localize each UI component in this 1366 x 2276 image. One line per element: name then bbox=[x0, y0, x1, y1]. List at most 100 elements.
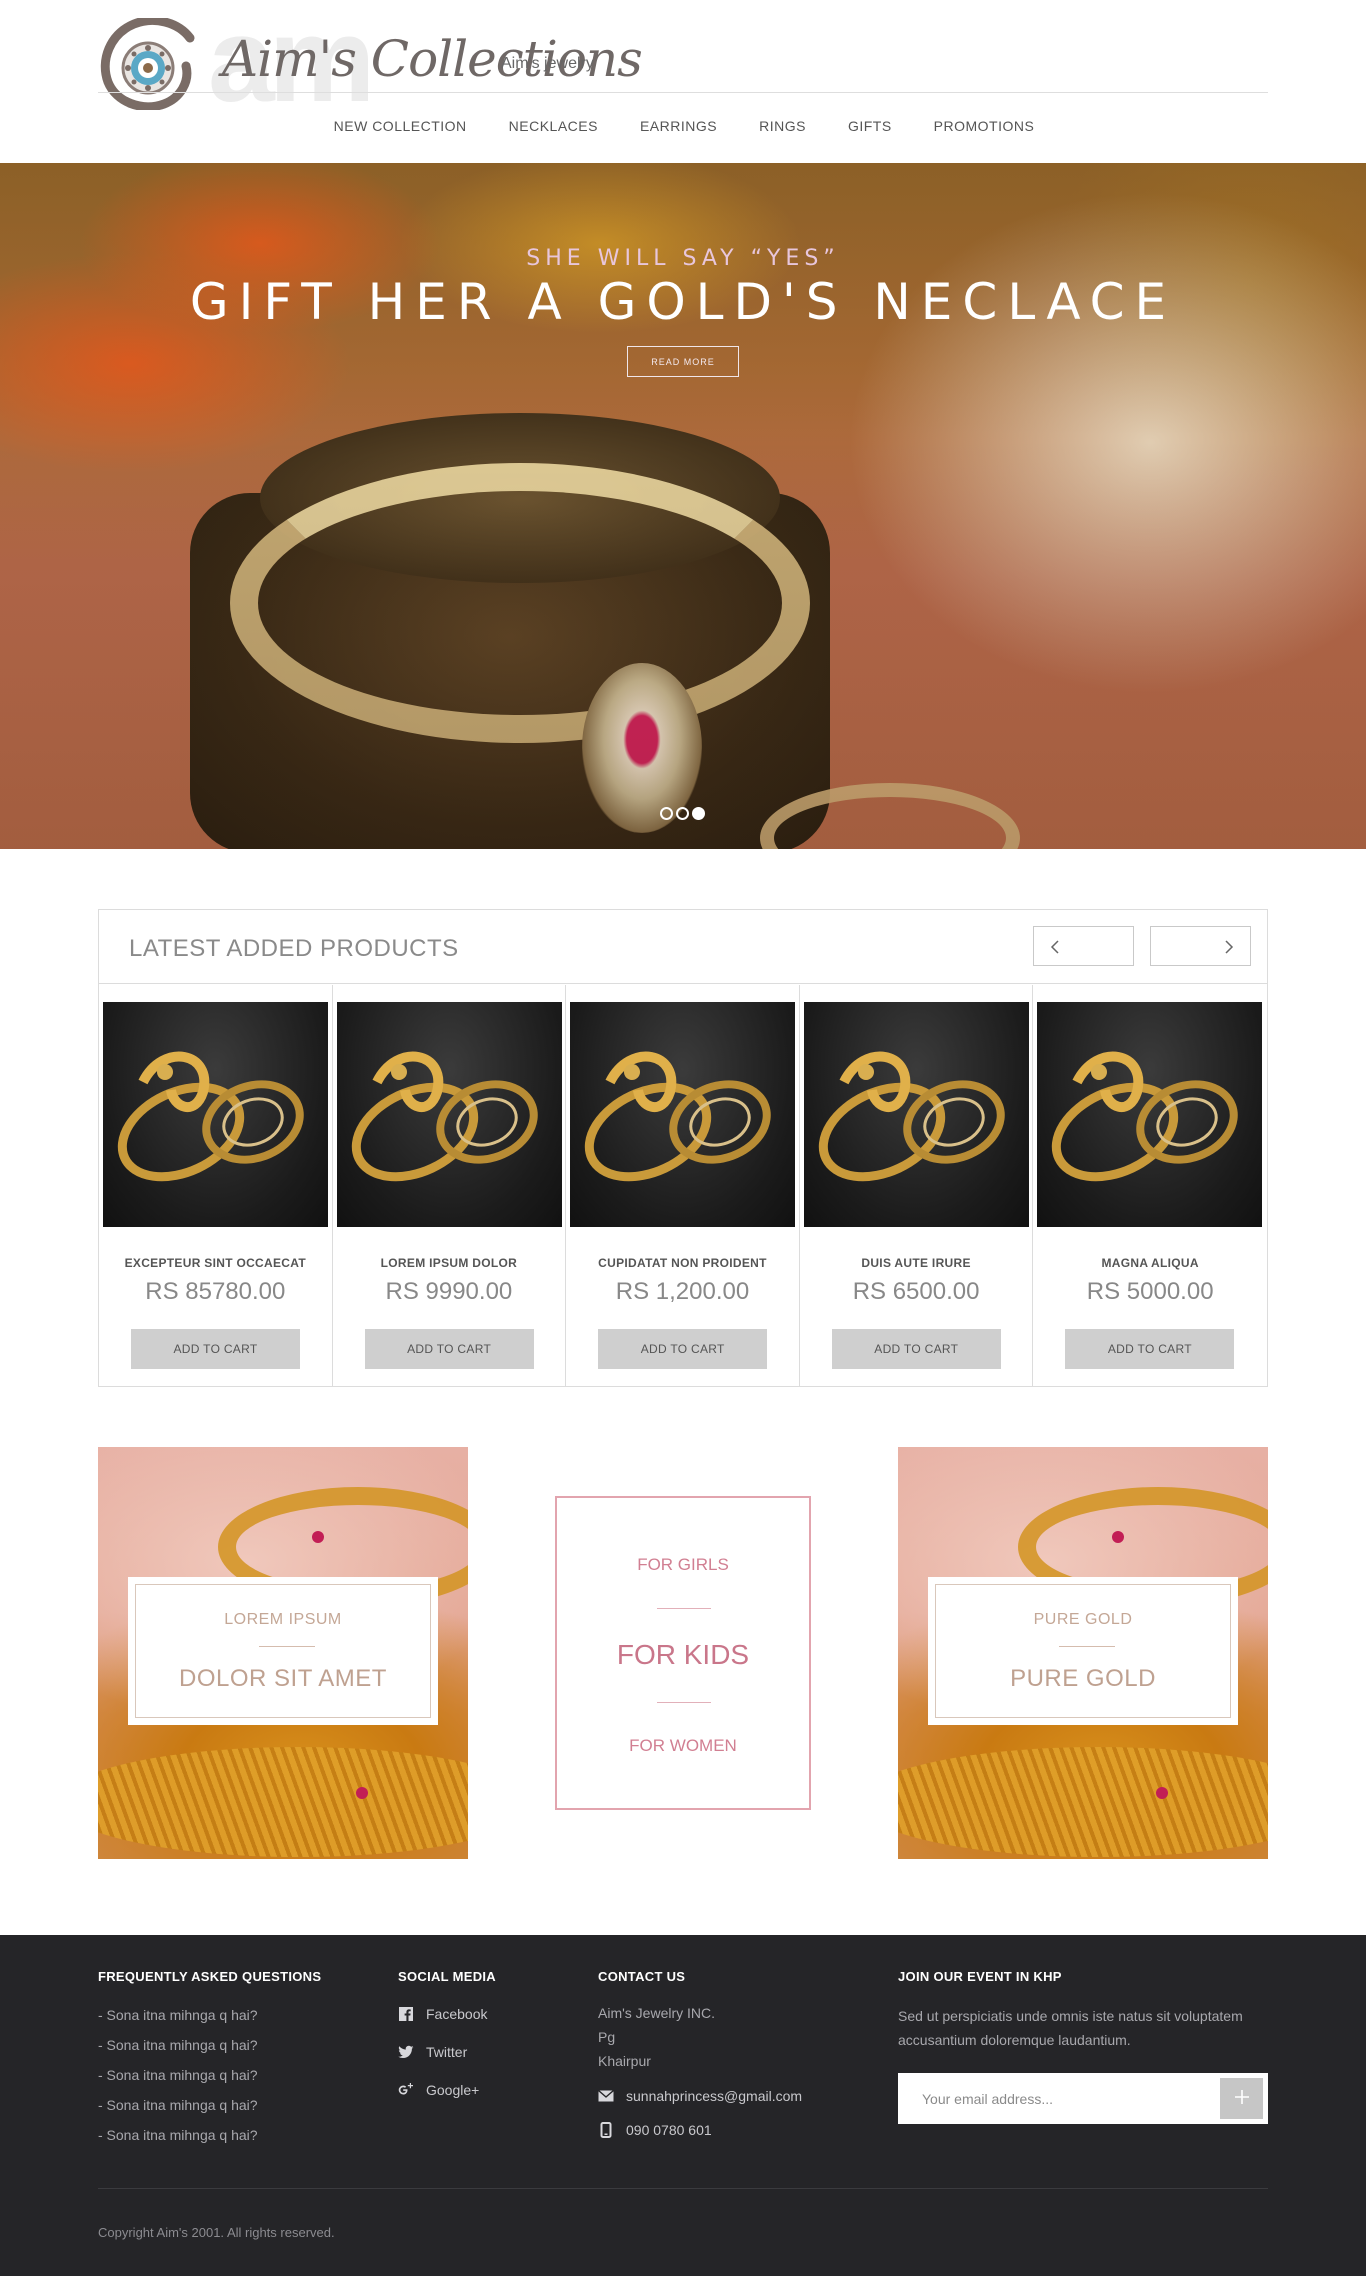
nav-item-necklaces[interactable]: NECKLACES bbox=[509, 118, 598, 138]
chevron-right-icon bbox=[1225, 940, 1234, 954]
faq-link[interactable]: - Sona itna mihnga q hai? bbox=[98, 2007, 258, 2023]
bangle-ring-image bbox=[1052, 1051, 1239, 1182]
product-name[interactable]: DUIS AUTE IRURE bbox=[800, 1256, 1033, 1270]
bangle-ring-image bbox=[117, 1051, 304, 1182]
product-card: CUPIDATAT NON PROIDENT RS 1,200.00 ADD T… bbox=[566, 985, 800, 1387]
nav-item-new-collection[interactable]: NEW COLLECTION bbox=[334, 118, 467, 138]
promo-card: LOREM IPSUM DOLOR SIT AMET bbox=[128, 1577, 438, 1725]
product-image[interactable] bbox=[1037, 1002, 1263, 1227]
contact-address-line: Khairpur bbox=[598, 2053, 651, 2069]
add-to-cart-button[interactable]: ADD TO CART bbox=[364, 1329, 534, 1369]
product-card: DUIS AUTE IRURE RS 6500.00 ADD TO CART bbox=[800, 985, 1034, 1387]
product-name[interactable]: EXCEPTEUR SINT OCCAECAT bbox=[99, 1256, 332, 1270]
read-more-button[interactable]: READ MORE bbox=[627, 346, 739, 377]
add-to-cart-button[interactable]: ADD TO CART bbox=[598, 1329, 768, 1369]
product-grid: EXCEPTEUR SINT OCCAECAT RS 85780.00 ADD … bbox=[99, 985, 1267, 1387]
social-label: Twitter bbox=[426, 2044, 468, 2060]
product-image[interactable] bbox=[103, 1002, 328, 1227]
social-label: Facebook bbox=[426, 2006, 488, 2022]
social-label: Google+ bbox=[426, 2082, 480, 2098]
add-to-cart-button[interactable]: ADD TO CART bbox=[131, 1329, 300, 1369]
product-card: EXCEPTEUR SINT OCCAECAT RS 85780.00 ADD … bbox=[99, 985, 333, 1387]
event-title: JOIN OUR EVENT IN KHP bbox=[898, 1969, 1062, 1984]
bangle-image bbox=[98, 1747, 468, 1857]
product-name[interactable]: CUPIDATAT NON PROIDENT bbox=[566, 1256, 799, 1270]
hero-slider: SHE WILL SAY “YES” GIFT HER A GOLD'S NEC… bbox=[0, 163, 1366, 849]
contact-phone[interactable]: 090 0780 601 bbox=[598, 2122, 712, 2138]
nav-item-gifts[interactable]: GIFTS bbox=[848, 118, 892, 138]
google-plus-icon bbox=[398, 2083, 413, 2095]
gem-image bbox=[356, 1787, 368, 1799]
slider-dot-2[interactable] bbox=[676, 807, 689, 820]
nav-item-earrings[interactable]: EARRINGS bbox=[640, 118, 717, 138]
envelope-icon bbox=[598, 2090, 614, 2102]
faq-link[interactable]: - Sona itna mihnga q hai? bbox=[98, 2097, 258, 2113]
promo-card: PURE GOLD PURE GOLD bbox=[928, 1577, 1238, 1725]
gem-image bbox=[312, 1531, 324, 1543]
chevron-left-icon bbox=[1050, 940, 1059, 954]
contact-title: CONTACT US bbox=[598, 1969, 686, 1984]
promo-banner-right[interactable]: PURE GOLD PURE GOLD bbox=[898, 1447, 1268, 1859]
promo-card-divider bbox=[1059, 1646, 1115, 1647]
footer-divider bbox=[98, 2188, 1268, 2189]
newsletter-email-input[interactable] bbox=[900, 2075, 1216, 2122]
bangle-ring-image bbox=[818, 1051, 1005, 1182]
slider-dots bbox=[660, 807, 705, 820]
product-price: RS 85780.00 bbox=[145, 1278, 286, 1305]
social-link-facebook[interactable]: Facebook bbox=[398, 2006, 487, 2022]
add-to-cart-button[interactable]: ADD TO CART bbox=[1065, 1329, 1235, 1369]
main-nav: NEW COLLECTION NECKLACES EARRINGS RINGS … bbox=[0, 118, 1366, 138]
social-link-google-plus[interactable]: Google+ bbox=[398, 2082, 479, 2098]
faq-link[interactable]: - Sona itna mihnga q hai? bbox=[98, 2127, 258, 2143]
nav-item-rings[interactable]: RINGS bbox=[759, 118, 806, 138]
category-divider bbox=[657, 1608, 711, 1609]
promo-card-label: LOREM IPSUM bbox=[224, 1611, 342, 1628]
link-for-women[interactable]: FOR WOMEN bbox=[557, 1736, 809, 1756]
link-for-girls[interactable]: FOR GIRLS bbox=[557, 1555, 809, 1575]
site-header: am Aim's Collections Aim's jewelry NEW C… bbox=[0, 0, 1366, 162]
faq-link[interactable]: - Sona itna mihnga q hai? bbox=[98, 2067, 258, 2083]
product-price: RS 9990.00 bbox=[385, 1278, 513, 1305]
site-footer: FREQUENTLY ASKED QUESTIONS - Sona itna m… bbox=[0, 1935, 1366, 2276]
carousel-next-button[interactable] bbox=[1150, 926, 1251, 966]
gem-image bbox=[1112, 1531, 1124, 1543]
bangle-image bbox=[898, 1747, 1268, 1857]
event-description: Sed ut perspiciatis unde omnis iste natu… bbox=[898, 2008, 1243, 2048]
product-image[interactable] bbox=[803, 1002, 1029, 1227]
facebook-icon bbox=[399, 2007, 413, 2021]
latest-products-title: LATEST ADDED PRODUCTS bbox=[129, 935, 459, 962]
mobile-phone-icon bbox=[600, 2122, 612, 2138]
latest-products: LATEST ADDED PRODUCTS EXCEPTEUR SINT OCC… bbox=[98, 909, 1268, 1387]
product-image[interactable] bbox=[570, 1002, 796, 1227]
social-title: SOCIAL MEDIA bbox=[398, 1969, 496, 1984]
product-price: RS 6500.00 bbox=[852, 1278, 980, 1305]
latest-products-header: LATEST ADDED PRODUCTS bbox=[99, 910, 1267, 984]
promo-banner-left[interactable]: LOREM IPSUM DOLOR SIT AMET bbox=[98, 1447, 468, 1859]
link-for-kids[interactable]: FOR KIDS bbox=[557, 1639, 809, 1671]
promo-card-divider bbox=[259, 1646, 315, 1647]
contact-email[interactable]: sunnahprincess@gmail.com bbox=[598, 2088, 802, 2104]
newsletter-submit-button[interactable] bbox=[1220, 2078, 1263, 2119]
carousel-prev-button[interactable] bbox=[1033, 926, 1134, 966]
product-name[interactable]: LOREM IPSUM DOLOR bbox=[333, 1256, 566, 1270]
category-links-box: FOR GIRLS FOR KIDS FOR WOMEN bbox=[555, 1496, 811, 1810]
add-to-cart-button[interactable]: ADD TO CART bbox=[831, 1329, 1001, 1369]
social-link-twitter[interactable]: Twitter bbox=[398, 2044, 467, 2060]
contact-address-line: Aim's Jewelry INC. bbox=[598, 2005, 716, 2021]
faq-title: FREQUENTLY ASKED QUESTIONS bbox=[98, 1969, 322, 1984]
slider-dot-3[interactable] bbox=[692, 807, 705, 820]
contact-phone-text: 090 0780 601 bbox=[626, 2122, 712, 2138]
product-image[interactable] bbox=[336, 1002, 562, 1227]
product-price: RS 5000.00 bbox=[1086, 1278, 1214, 1305]
bangle-ring-image bbox=[351, 1051, 538, 1182]
faq-link[interactable]: - Sona itna mihnga q hai? bbox=[98, 2037, 258, 2053]
product-name[interactable]: MAGNA ALIQUA bbox=[1033, 1256, 1267, 1270]
gem-image bbox=[1156, 1787, 1168, 1799]
twitter-icon bbox=[398, 2045, 414, 2059]
plus-icon bbox=[1234, 2090, 1249, 2104]
nav-item-promotions[interactable]: PROMOTIONS bbox=[934, 118, 1035, 138]
slider-dot-1[interactable] bbox=[660, 807, 673, 820]
bangle-ring-image bbox=[585, 1051, 771, 1182]
logo[interactable]: am Aim's Collections bbox=[98, 0, 643, 120]
promo-card-heading: DOLOR SIT AMET bbox=[179, 1665, 387, 1692]
